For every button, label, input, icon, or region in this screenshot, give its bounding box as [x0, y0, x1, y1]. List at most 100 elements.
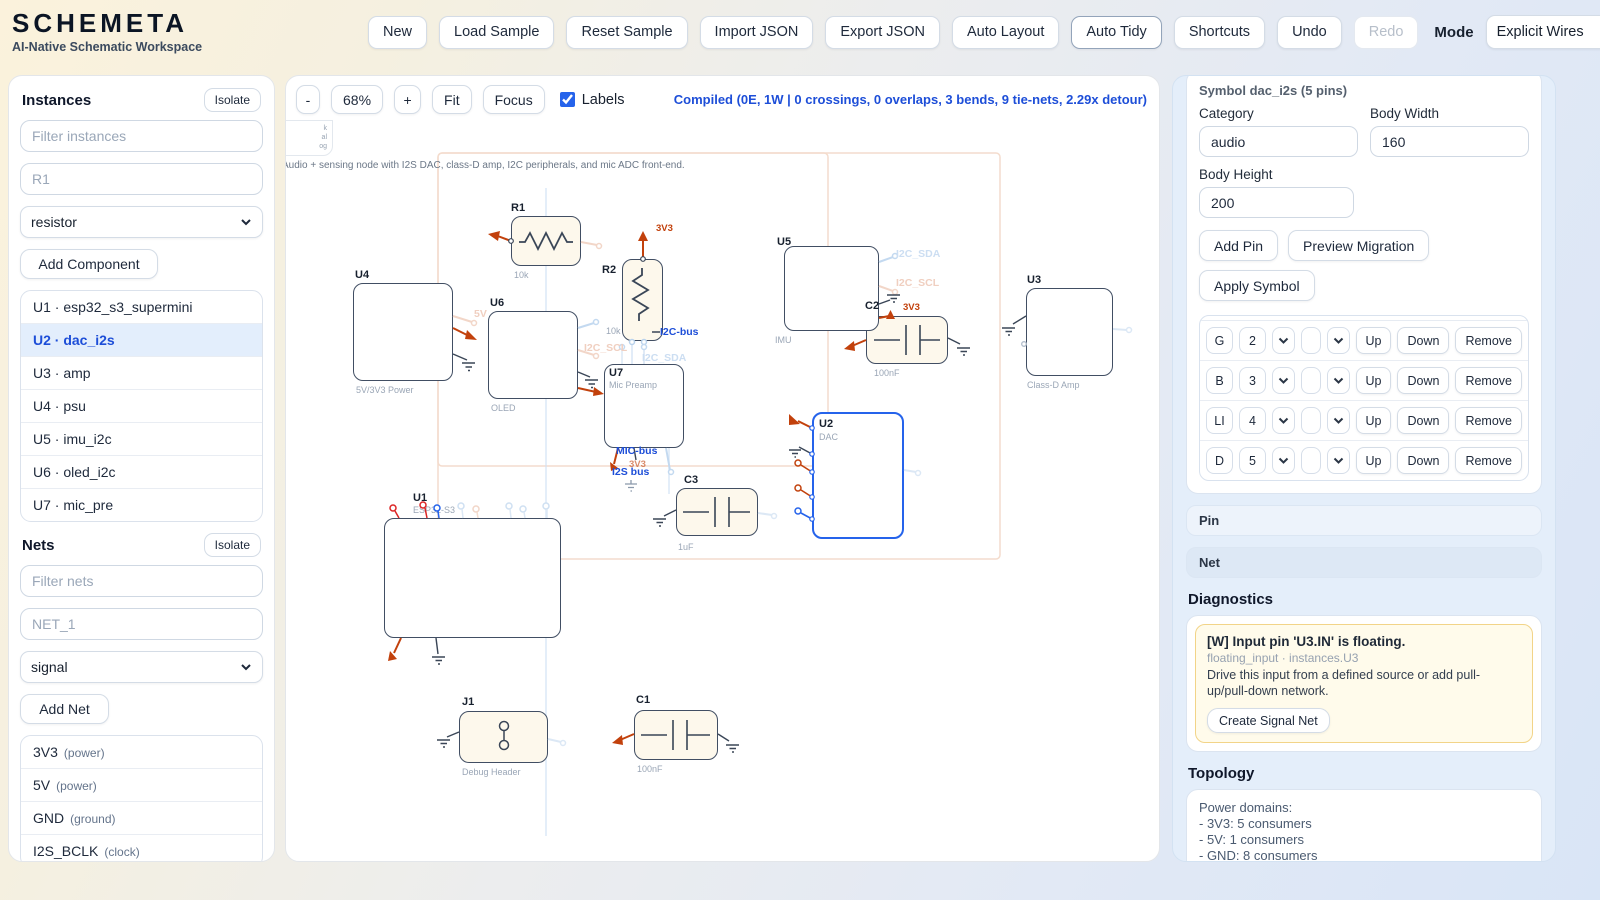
zoom-level-button[interactable]: 68% [331, 85, 383, 114]
pin-number-input[interactable] [1239, 327, 1266, 354]
reset-sample-button[interactable]: Reset Sample [566, 16, 687, 49]
instances-isolate-button[interactable]: Isolate [204, 88, 261, 112]
pin-kind-select[interactable] [1327, 407, 1350, 434]
pin-down-button[interactable]: Down [1397, 407, 1449, 434]
net-item-5v[interactable]: 5V (power) [21, 769, 262, 802]
pin-kind-select[interactable] [1327, 447, 1350, 474]
create-signal-net-button[interactable]: Create Signal Net [1207, 708, 1330, 733]
filter-nets-input[interactable] [20, 565, 263, 597]
pin-name-input[interactable] [1206, 447, 1233, 474]
pin-remove-button[interactable]: Remove [1455, 447, 1522, 474]
component-U5[interactable] [784, 246, 879, 331]
component-R1[interactable] [511, 216, 581, 266]
pin-up-button[interactable]: Up [1356, 367, 1392, 394]
mode-select[interactable]: Explicit Wires [1486, 15, 1600, 49]
add-net-button[interactable]: Add Net [20, 694, 109, 724]
net-section-header[interactable]: Net [1186, 547, 1542, 578]
component-U6[interactable] [488, 311, 578, 399]
component-type-select[interactable]: resistor [20, 206, 263, 238]
instances-nets-sidebar: Instances Isolate resistor Add Component… [8, 75, 275, 862]
ref-U3: U3 [1027, 274, 1041, 286]
apply-symbol-button[interactable]: Apply Symbol [1199, 270, 1315, 301]
focus-button[interactable]: Focus [483, 85, 545, 114]
ref-C1: C1 [636, 694, 650, 706]
labels-checkbox[interactable] [560, 92, 575, 107]
component-C1[interactable] [634, 710, 718, 760]
pin-number-input[interactable] [1239, 367, 1266, 394]
pin-number-input[interactable] [1239, 407, 1266, 434]
instance-item-u3[interactable]: U3 · amp [21, 357, 262, 390]
add-pin-button[interactable]: Add Pin [1199, 230, 1278, 261]
pin-offset-input[interactable] [1301, 367, 1321, 394]
component-R2[interactable] [622, 259, 663, 341]
zoom-out-button[interactable]: - [296, 85, 320, 114]
net-item-i2s-bclk[interactable]: I2S_BCLK (clock) [21, 835, 262, 862]
zoom-in-button[interactable]: + [394, 85, 421, 114]
import-json-button[interactable]: Import JSON [700, 16, 814, 49]
instance-item-u2[interactable]: U2 · dac_i2s [21, 324, 262, 357]
component-U1[interactable] [384, 518, 561, 638]
ref-R2: R2 [602, 264, 616, 276]
nets-isolate-button[interactable]: Isolate [204, 533, 261, 557]
pin-name-input[interactable] [1206, 407, 1233, 434]
net-item-3v3[interactable]: 3V3 (power) [21, 736, 262, 769]
add-component-button[interactable]: Add Component [20, 249, 158, 279]
filter-instances-input[interactable] [20, 120, 263, 152]
auto-layout-button[interactable]: Auto Layout [952, 16, 1059, 49]
net-label-i2c-sda-u6: I2C_SDA [642, 352, 686, 364]
redo-button[interactable]: Redo [1354, 16, 1419, 49]
undo-button[interactable]: Undo [1277, 16, 1342, 49]
pin-up-button[interactable]: Up [1356, 407, 1392, 434]
category-input[interactable] [1199, 126, 1358, 157]
shortcuts-button[interactable]: Shortcuts [1174, 16, 1265, 49]
pin-remove-button[interactable]: Remove [1455, 327, 1522, 354]
schematic-canvas[interactable]: - 68% + Fit Focus Labels Compiled (0E, 1… [285, 75, 1160, 862]
component-U3[interactable] [1026, 288, 1113, 376]
pin-offset-input[interactable] [1301, 327, 1321, 354]
pin-number-input[interactable] [1239, 447, 1266, 474]
instance-item-u7[interactable]: U7 · mic_pre [21, 489, 262, 521]
net-name-input[interactable] [20, 608, 263, 640]
pin-kind-select[interactable] [1327, 327, 1350, 354]
body-width-input[interactable] [1370, 126, 1529, 157]
body-height-input[interactable] [1199, 187, 1354, 218]
net-type-select[interactable]: signal [20, 651, 263, 683]
pin-remove-button[interactable]: Remove [1455, 407, 1522, 434]
net-item-gnd[interactable]: GND (ground) [21, 802, 262, 835]
pin-kind-select[interactable] [1327, 367, 1350, 394]
component-J1[interactable] [459, 711, 548, 763]
pin-name-input[interactable] [1206, 327, 1233, 354]
instance-name-input[interactable] [20, 163, 263, 195]
ref-U2: U2 [819, 418, 833, 430]
pin-down-button[interactable]: Down [1397, 447, 1449, 474]
pin-remove-button[interactable]: Remove [1455, 367, 1522, 394]
instance-item-u5[interactable]: U5 · imu_i2c [21, 423, 262, 456]
pin-down-button[interactable]: Down [1397, 367, 1449, 394]
labels-toggle[interactable]: Labels [560, 92, 625, 108]
export-json-button[interactable]: Export JSON [825, 16, 940, 49]
auto-tidy-button[interactable]: Auto Tidy [1071, 16, 1161, 49]
pin-offset-input[interactable] [1301, 407, 1321, 434]
instance-item-u1[interactable]: U1 · esp32_s3_supermini [21, 291, 262, 324]
pin-down-button[interactable]: Down [1397, 327, 1449, 354]
pin-offset-input[interactable] [1301, 447, 1321, 474]
pin-name-input[interactable] [1206, 367, 1233, 394]
new-button[interactable]: New [368, 16, 427, 49]
load-sample-button[interactable]: Load Sample [439, 16, 554, 49]
net-label-3v3-c2: 3V3 [903, 302, 920, 313]
pin-up-button[interactable]: Up [1356, 447, 1392, 474]
fit-button[interactable]: Fit [432, 85, 472, 114]
instance-item-u4[interactable]: U4 · psu [21, 390, 262, 423]
component-C3[interactable] [676, 488, 758, 536]
instance-item-u6[interactable]: U6 · oled_i2c [21, 456, 262, 489]
pin-side-select[interactable] [1272, 447, 1295, 474]
pin-section-header[interactable]: Pin [1186, 505, 1542, 536]
pin-up-button[interactable]: Up [1356, 327, 1392, 354]
pin-side-select[interactable] [1272, 407, 1295, 434]
preview-migration-button[interactable]: Preview Migration [1288, 230, 1429, 261]
chevron-down-icon [1333, 457, 1344, 464]
sub-U6: OLED [491, 403, 516, 413]
component-U4[interactable] [353, 283, 453, 381]
pin-side-select[interactable] [1272, 367, 1295, 394]
pin-side-select[interactable] [1272, 327, 1295, 354]
